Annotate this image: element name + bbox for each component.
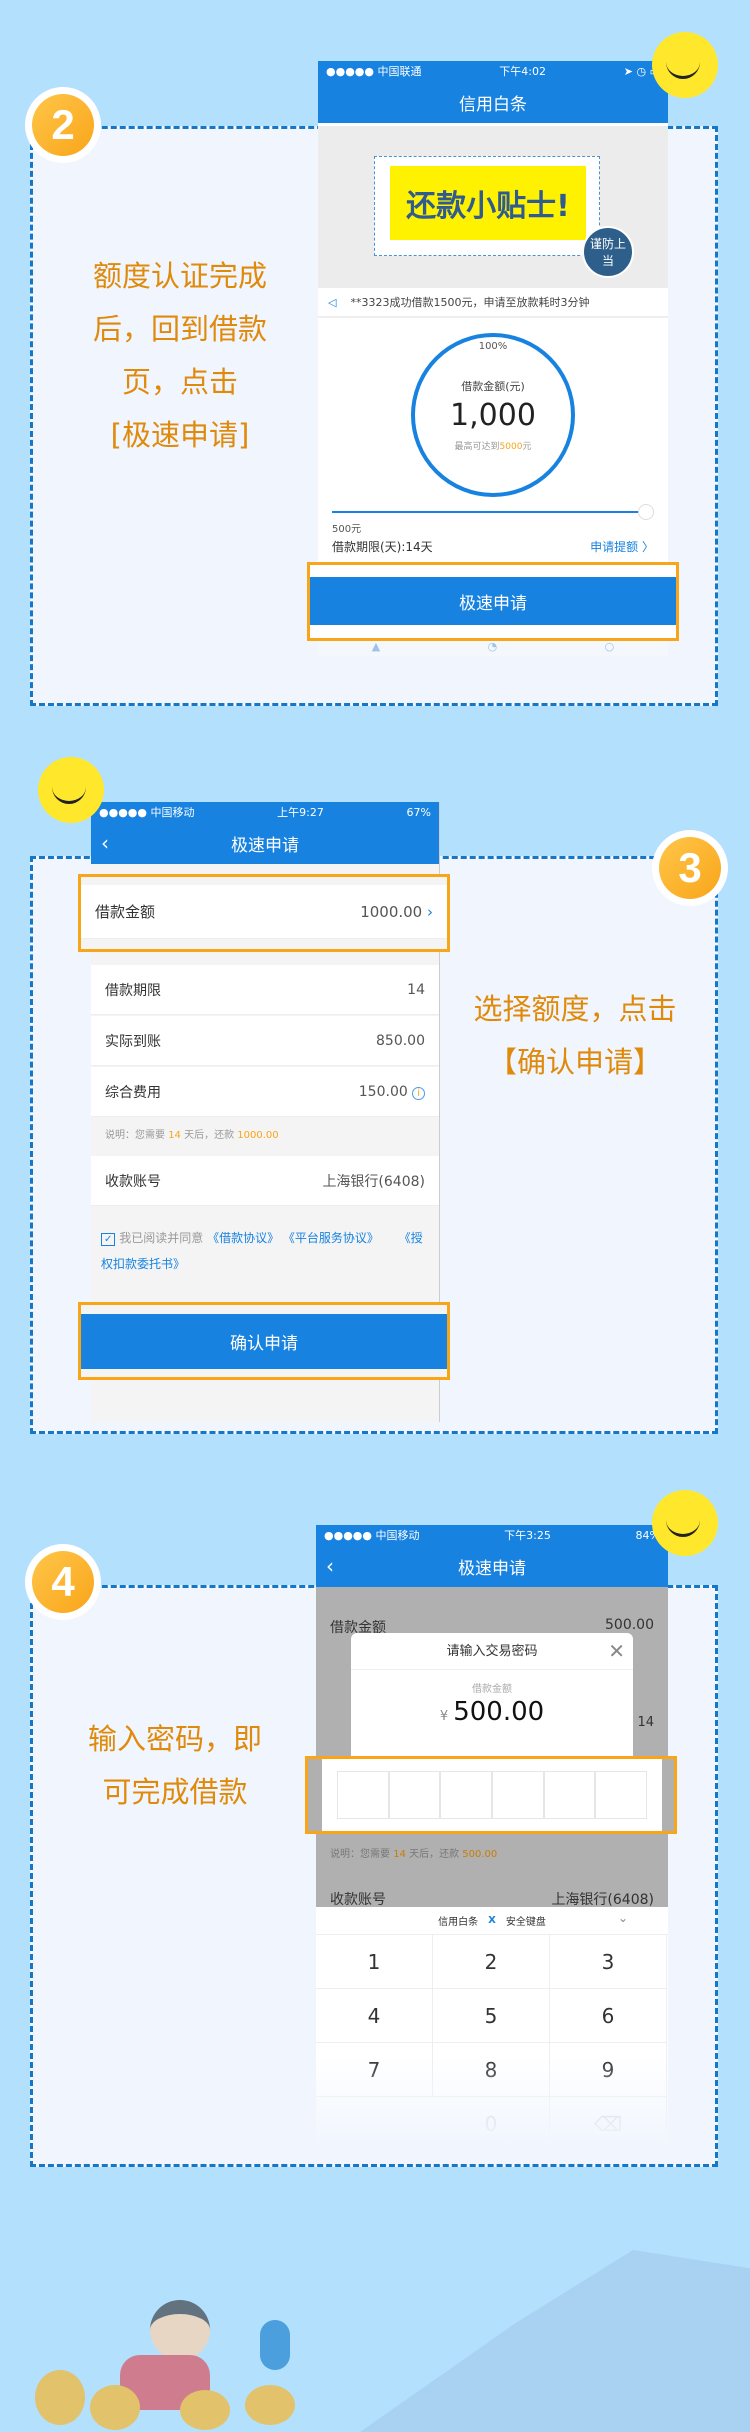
step-4-instructions: 输入密码，即 可完成借款 [87,1722,262,1809]
banner-badge: 谨防上当 [582,226,634,278]
quick-apply-button[interactable]: 极速申请 [310,577,676,625]
background-shapes [360,2250,750,2432]
screen-password: ●●●●● 中国移动 下午3:25 84% ‹ 极速申请 借款金额 500.00 14 … [316,1525,668,2145]
key-5[interactable]: 5 [433,1989,550,2043]
key-1[interactable]: 1 [316,1935,433,1989]
step-3-instructions: 选择额度，点击 【确认申请】 [473,992,677,1079]
mascot-icon [38,757,104,823]
agreement: ✓ 我已阅读并同意 《借款协议》 《平台服务协议》 《授权扣款委托书》 [101,1231,423,1271]
loan-agreement-link[interactable]: 《借款协议》 [207,1231,279,1245]
amount-gauge: 100% 借款金额(元) 1,000 最高可达到5000元 [411,333,575,497]
row-fee: 综合费用 150.00 i [91,1067,439,1117]
row-loan-amount[interactable]: 借款金额 1000.00 › [81,885,447,939]
key-6[interactable]: 6 [550,1989,667,2043]
profile-tab-icon[interactable]: ○ [605,640,615,656]
nav-bar: 信用白条 [318,81,668,123]
tab-bar: ▲ ◔ ○ [318,640,668,656]
page-title: 极速申请 [231,835,299,856]
chevron-right-icon: › [427,902,433,921]
collapse-keyboard-icon[interactable]: ⌄ [618,1911,628,1925]
step-2-instructions: 额度认证完成 后，回到借款 页，点击 [极速申请] [92,259,267,452]
loan-amount: 1,000 [450,398,536,433]
page-title: 极速申请 [458,1558,526,1579]
speaker-icon: ◁ [328,295,337,309]
agree-checkbox[interactable]: ✓ [101,1233,116,1246]
key-4[interactable]: 4 [316,1989,433,2043]
close-icon[interactable]: ✕ [608,1639,625,1663]
step-2-badge: 2 [25,87,101,163]
battery-indicator: 67% [406,805,431,819]
key-3[interactable]: 3 [550,1935,667,1989]
confirm-apply-button[interactable]: 确认申请 [81,1314,447,1369]
boy-on-coins-illustration [30,2300,350,2430]
raise-limit-link[interactable]: 申请提额 〉 [590,538,654,555]
service-agreement-link[interactable]: 《平台服务协议》 [283,1231,379,1245]
back-icon[interactable]: ‹ [101,831,109,855]
info-icon[interactable]: i [412,1086,425,1100]
row-account[interactable]: 收款账号 上海银行(6408) [91,1156,439,1206]
key-2[interactable]: 2 [433,1935,550,1989]
banner-headline: 还款小贴士! [390,166,586,240]
row-actual-received: 实际到账 850.00 [91,1016,439,1066]
step-4-badge: 4 [25,1544,101,1620]
keyboard-logo-icon: X [488,1915,496,1926]
mascot-icon [652,1490,718,1556]
status-bar: ●●●●● 中国联通 下午4:02 ➤ ◷ ▭ [318,61,668,81]
secure-keyboard: 信用白条X安全键盘 ⌄ 1 2 3 4 5 6 7 8 9 0 ⌫ [316,1907,668,2145]
password-input[interactable] [322,1759,662,1831]
back-icon[interactable]: ‹ [326,1554,334,1578]
page-title: 信用白条 [459,94,527,115]
home-tab-icon[interactable]: ▲ [372,640,380,656]
mascot-icon [652,32,718,98]
banner[interactable]: 还款小贴士! 谨防上当 [318,126,668,288]
repayment-note: 说明：您需要 14 天后，还款 1000.00 [105,1130,279,1141]
slider-handle[interactable] [638,504,654,520]
repay-tab-icon[interactable]: ◔ [488,640,498,656]
notice-bar: ◁ **3323成功借款1500元，申请至放款耗时3分钟 [318,288,668,318]
row-loan-term: 借款期限 14 [91,965,439,1015]
loan-term: 借款期限(天):14天 [332,540,433,554]
step-3-badge: 3 [652,830,728,906]
amount-slider[interactable] [332,511,642,513]
